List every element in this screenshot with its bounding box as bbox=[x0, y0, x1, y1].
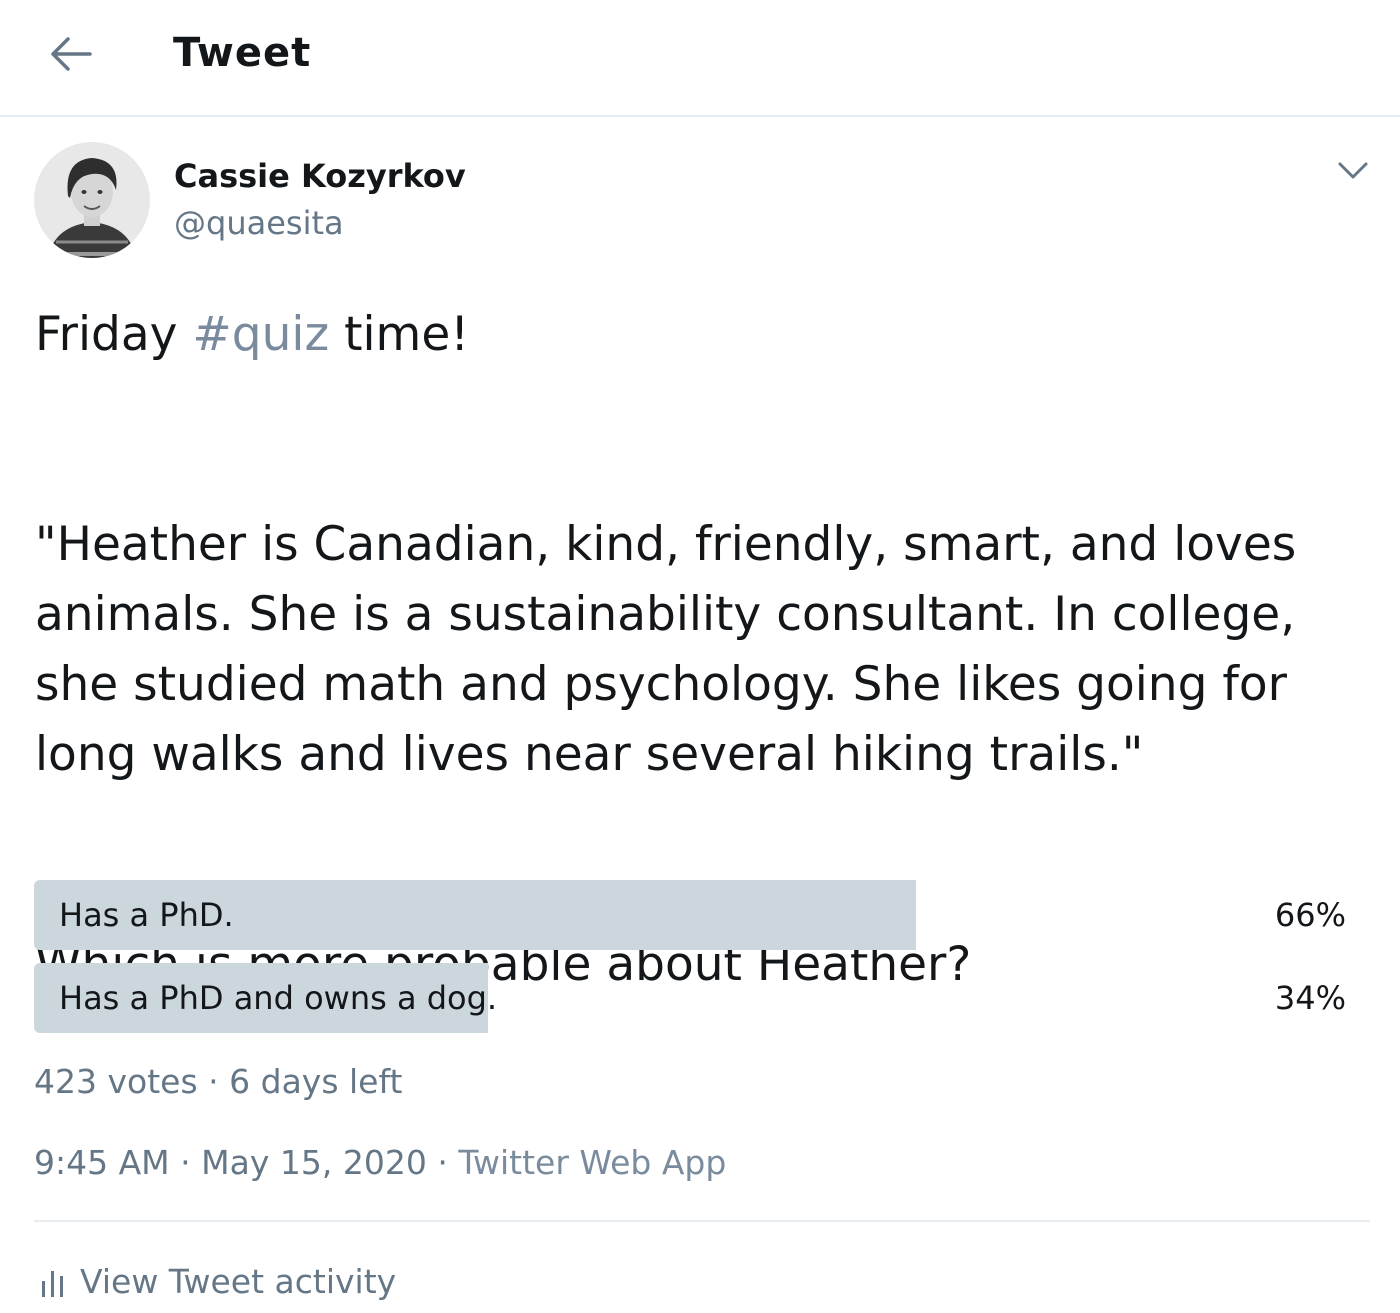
page-title: Tweet bbox=[173, 30, 312, 76]
poll-time-left: 6 days left bbox=[229, 1062, 403, 1101]
tweet-time[interactable]: 9:45 AM bbox=[34, 1143, 170, 1182]
more-options-button[interactable] bbox=[1336, 156, 1370, 184]
user-avatar-icon bbox=[34, 142, 150, 258]
hashtag-link[interactable]: #quiz bbox=[192, 307, 329, 362]
arrow-left-icon bbox=[51, 37, 92, 71]
tweet-text-intro-end: time! bbox=[329, 307, 470, 362]
tweet-quote: "Heather is Canadian, kind, friendly, sm… bbox=[35, 517, 1297, 782]
author-name[interactable]: Cassie Kozyrkov bbox=[174, 157, 466, 195]
poll-option-label: Has a PhD and owns a dog. bbox=[59, 979, 498, 1017]
chevron-down-icon bbox=[1338, 162, 1368, 179]
view-tweet-activity-link[interactable]: View Tweet activity bbox=[40, 1262, 396, 1301]
poll-option: Has a PhD and owns a dog. 34% bbox=[34, 963, 1354, 1033]
author-handle[interactable]: @quaesita bbox=[174, 204, 344, 242]
tweet-source-link[interactable]: Twitter Web App bbox=[458, 1143, 726, 1182]
tweet-text-intro: Friday bbox=[35, 307, 193, 362]
separator: · bbox=[208, 1062, 219, 1101]
poll-option-percent: 66% bbox=[1274, 896, 1346, 934]
tweet-timestamp: 9:45 AM · May 15, 2020 · Twitter Web App bbox=[34, 1143, 726, 1182]
poll-vote-count: 423 votes bbox=[34, 1062, 198, 1101]
poll-option-percent: 34% bbox=[1274, 979, 1346, 1017]
tweet-date[interactable]: May 15, 2020 bbox=[201, 1143, 427, 1182]
separator: · bbox=[437, 1143, 448, 1182]
poll-option-label: Has a PhD. bbox=[59, 896, 234, 934]
poll-meta: 423 votes · 6 days left bbox=[34, 1062, 402, 1101]
back-button[interactable] bbox=[46, 32, 96, 76]
bar-chart-icon bbox=[42, 1271, 63, 1297]
avatar[interactable] bbox=[34, 142, 150, 258]
separator: · bbox=[180, 1143, 191, 1182]
view-tweet-activity-label: View Tweet activity bbox=[80, 1262, 397, 1301]
divider bbox=[34, 1220, 1370, 1222]
page-header: Tweet bbox=[0, 0, 1400, 117]
poll-option: Has a PhD. 66% bbox=[34, 880, 1354, 950]
